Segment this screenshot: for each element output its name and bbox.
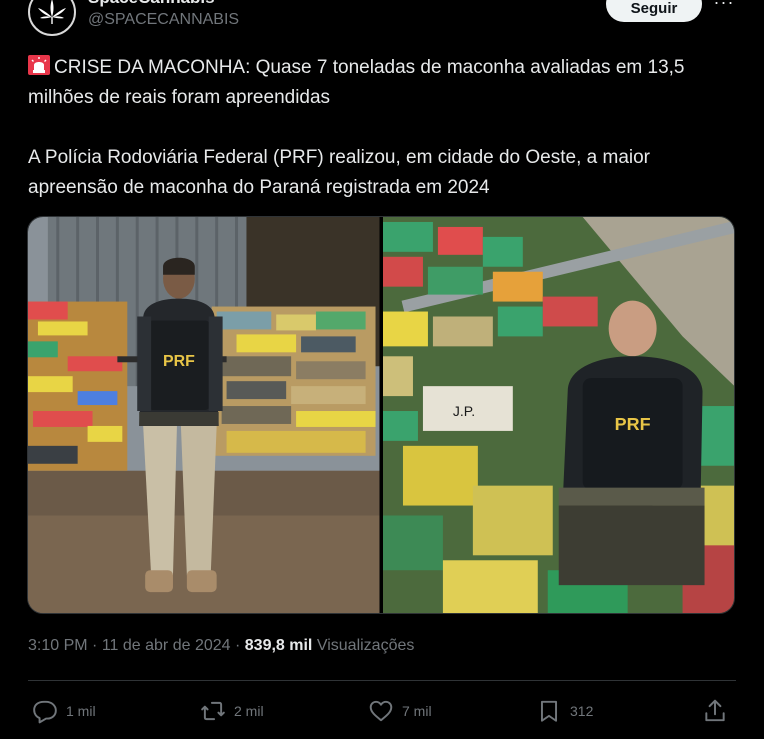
tweet-text: CRISE DA MACONHA: Quase 7 toneladas de m… bbox=[28, 53, 738, 203]
follow-button[interactable]: Seguir bbox=[606, 0, 702, 22]
tweet-date[interactable]: 11 de abr de 2024 bbox=[102, 637, 231, 654]
more-options-icon[interactable]: ··· bbox=[710, 0, 738, 14]
photo-left[interactable]: PRF bbox=[28, 217, 380, 613]
tweet-header: SpaceCannabis @SPACECANNABIS Seguir ··· bbox=[0, 0, 764, 40]
avatar[interactable] bbox=[28, 0, 76, 36]
user-handle[interactable]: @SPACECANNABIS bbox=[88, 11, 239, 29]
share-icon bbox=[705, 699, 725, 722]
svg-text:J.P.: J.P. bbox=[452, 403, 474, 419]
bookmark-count: 312 bbox=[570, 703, 594, 719]
repost-count: 2 mil bbox=[234, 703, 264, 719]
cannabis-leaf-icon bbox=[38, 0, 66, 24]
reply-count: 1 mil bbox=[66, 703, 96, 719]
tweet-meta: 3:10 PM · 11 de abr de 2024 · 839,8 mil … bbox=[28, 637, 414, 655]
views-label: Visualizações bbox=[316, 637, 415, 654]
repost-icon bbox=[201, 701, 225, 721]
tweet-headline: CRISE DA MACONHA: Quase 7 toneladas de m… bbox=[28, 57, 685, 108]
views-count: 839,8 mil bbox=[244, 637, 313, 654]
photo-right[interactable]: J.P. PRF bbox=[382, 217, 734, 613]
reply-button[interactable]: 1 mil bbox=[32, 694, 96, 728]
tweet-paragraph-1: CRISE DA MACONHA: Quase 7 toneladas de m… bbox=[28, 53, 738, 113]
left-vest-text: PRF bbox=[163, 353, 195, 370]
bookmark-icon bbox=[540, 700, 558, 722]
divider bbox=[28, 680, 736, 681]
reply-icon bbox=[33, 700, 57, 724]
meta-separator: · bbox=[92, 637, 98, 654]
action-bar: 1 mil 2 mil 7 mil 312 bbox=[28, 694, 736, 728]
meta-separator: · bbox=[234, 637, 241, 654]
media-grid[interactable]: PRF J.P. PRF bbox=[27, 216, 735, 614]
left-photo-scene: PRF bbox=[28, 217, 380, 613]
like-count: 7 mil bbox=[402, 703, 432, 719]
repost-button[interactable]: 2 mil bbox=[200, 694, 264, 728]
bookmark-button[interactable]: 312 bbox=[536, 694, 593, 728]
heart-icon bbox=[369, 700, 393, 722]
tweet-paragraph-2: A Polícia Rodoviária Federal (PRF) reali… bbox=[28, 147, 650, 198]
right-photo-scene: J.P. PRF bbox=[382, 217, 734, 613]
tweet-time[interactable]: 3:10 PM bbox=[28, 637, 88, 654]
display-name[interactable]: SpaceCannabis bbox=[88, 0, 215, 8]
siren-icon bbox=[28, 55, 50, 75]
like-button[interactable]: 7 mil bbox=[368, 694, 432, 728]
right-vest-text: PRF bbox=[614, 414, 650, 434]
share-button[interactable] bbox=[702, 694, 728, 728]
